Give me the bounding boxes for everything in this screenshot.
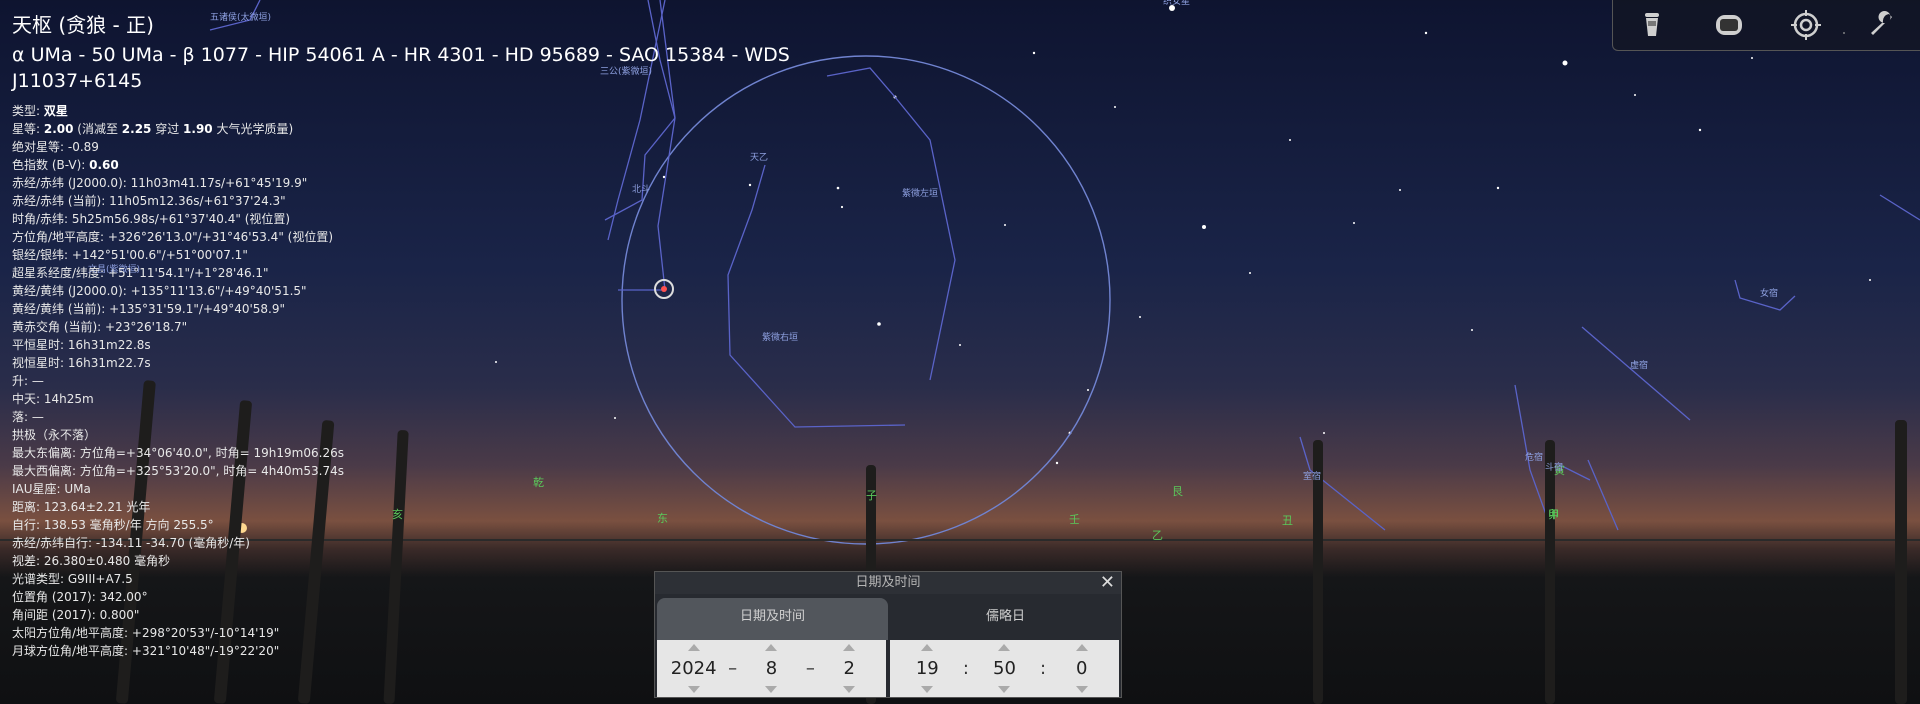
wrench-icon[interactable] [1865,7,1901,43]
sky-label: 危宿 [1525,451,1543,463]
minute-value[interactable]: 50 [993,658,1016,679]
hour-spinner[interactable]: 19 [904,640,950,697]
year-value[interactable]: 2024 [671,658,717,679]
info-row: 落: — [12,410,44,424]
info-row: 银经/银纬: +142°51'00.6"/+51°00'07.1" [12,248,248,262]
month-up-arrow-icon[interactable] [765,644,778,651]
info-row: 星等: 2.00 (消减至 2.25 穿过 1.90 大气光学质量) [12,122,294,136]
info-row: 视差: 26.380±0.480 毫角秒 [12,554,171,568]
dialog-tabs: 日期及时间 儒略日 [655,598,1121,640]
time-separator: : [1040,658,1047,679]
info-row: 最大西偏离: 方位角=+325°53'20.0", 时角= 4h40m53.74… [12,464,344,478]
compass-label: 艮 [1172,485,1183,498]
info-row: IAU星座: UMa [12,482,91,496]
compass-label: 壬 [1069,513,1080,526]
screen-icon[interactable] [1711,7,1747,43]
month-value[interactable]: 8 [766,658,777,679]
object-info-panel: 天枢 (贪狼 - 正) α UMa - 50 UMa - β 1077 - HI… [12,12,802,660]
dialog-panels: 2024 – 8 – 2 19 : 50: 0 [655,640,1121,697]
lantern-icon[interactable] [1634,7,1670,43]
target-icon[interactable] [1788,7,1824,43]
date-panel: 2024 – 8 – 2 [657,640,886,697]
dialog-title-bar[interactable]: 日期及时间 ✕ [655,572,1121,594]
minute-up-arrow-icon[interactable] [998,644,1011,651]
month-down-arrow-icon[interactable] [765,686,778,693]
sky-label: 女宿 [1760,287,1778,299]
sky-label: 虚宿 [1630,359,1648,371]
info-row: 视恒星时: 16h31m22.7s [12,356,151,370]
info-row: 中天: 14h25m [12,392,94,406]
day-down-arrow-icon[interactable] [843,686,856,693]
info-row: 拱极（永不落） [12,428,97,442]
time-separator: : [962,658,969,679]
year-up-arrow-icon[interactable] [687,644,700,651]
second-spinner[interactable]: 0 [1059,640,1105,697]
day-value[interactable]: 2 [844,658,855,679]
info-row: 赤经/赤纬 (当前): 11h05m12.36s/+61°37'24.3" [12,194,286,208]
info-row: 黄赤交角 (当前): +23°26'18.7" [12,320,188,334]
compass-label: 子 [866,489,877,502]
second-value[interactable]: 0 [1076,658,1087,679]
day-spinner[interactable]: 2 [826,640,872,697]
info-row: 赤经/赤纬自行: -134.11 -34.70 (毫角秒/年) [12,536,250,550]
sky-label: 织女星 [1163,0,1190,7]
hour-up-arrow-icon[interactable] [921,644,934,651]
info-row: 方位角/地平高度: +326°26'13.0"/+31°46'53.4" (视位… [12,230,334,244]
info-row: 色指数 (B-V): 0.60 [12,158,119,172]
close-icon[interactable]: ✕ [1100,572,1115,594]
top-right-toolbar [1612,0,1920,51]
month-spinner[interactable]: 8 [748,640,794,697]
sky-label: 紫微左垣 [902,187,938,199]
compass-label: 丑 [1282,514,1293,527]
info-row: 平恒星时: 16h31m22.8s [12,338,151,352]
hour-down-arrow-icon[interactable] [921,686,934,693]
object-identifiers: α UMa - 50 UMa - β 1077 - HIP 54061 A - … [12,44,790,92]
minute-spinner[interactable]: 50 [981,640,1027,697]
compass-label: 乙 [1152,529,1163,542]
sky-label: 斗宿 [1545,461,1563,473]
tab-datetime[interactable]: 日期及时间 [657,598,888,640]
minute-down-arrow-icon[interactable] [998,686,1011,693]
dialog-title: 日期及时间 [855,575,921,590]
date-separator: – [728,658,738,679]
datetime-dialog: 日期及时间 ✕ 日期及时间 儒略日 2024 – 8 – 2 19: 50:… [654,571,1122,698]
sky-label: 室宿 [1303,470,1321,482]
info-row: 距离: 123.64±2.21 光年 [12,500,151,514]
info-row: 黄经/黄纬 (J2000.0): +135°11'13.6"/+49°40'51… [12,284,307,298]
time-panel: 19 : 50 : 0 [890,640,1119,697]
second-down-arrow-icon[interactable] [1075,686,1088,693]
day-up-arrow-icon[interactable] [843,644,856,651]
info-row: 绝对星等: -0.89 [12,140,99,154]
info-row: 最大东偏离: 方位角=+34°06'40.0", 时角= 19h19m06.26… [12,446,344,460]
compass-label: 卯 [1548,508,1559,521]
info-row: 类型: 双星 [12,104,68,118]
tab-julian-day[interactable]: 儒略日 [890,598,1121,640]
info-row: 赤经/赤纬 (J2000.0): 11h03m41.17s/+61°45'19.… [12,176,308,190]
second-up-arrow-icon[interactable] [1075,644,1088,651]
info-row: 超星系经度/纬度: +51°11'54.1"/+1°28'46.1" [12,266,269,280]
year-spinner[interactable]: 2024 [671,640,717,697]
hour-value[interactable]: 19 [916,658,939,679]
info-row: 时角/赤纬: 5h25m56.98s/+61°37'40.4" (视位置) [12,212,291,226]
year-down-arrow-icon[interactable] [687,686,700,693]
date-separator: – [805,658,815,679]
info-row: 自行: 138.53 毫角秒/年 方向 255.5° [12,518,214,532]
info-row: 黄经/黄纬 (当前): +135°31'59.1"/+49°40'58.9" [12,302,286,316]
object-title: 天枢 (贪狼 - 正) [12,13,154,37]
info-row: 升: — [12,374,44,388]
